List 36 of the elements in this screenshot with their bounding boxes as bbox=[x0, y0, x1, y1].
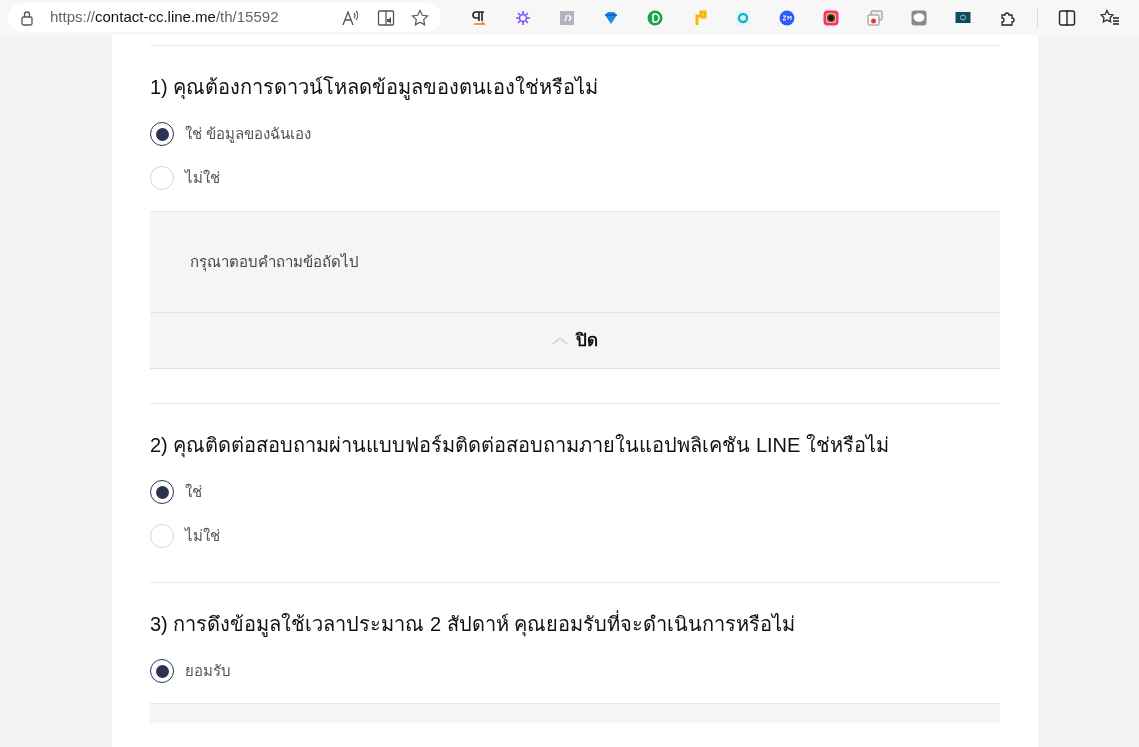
radio-button[interactable] bbox=[150, 122, 174, 146]
chevron-up-icon bbox=[552, 335, 568, 346]
question-title: 3) การดึงข้อมูลใช้เวลาประมาณ 2 สัปดาห์ คุณยอมรับที่จะดำเนินการหรือไม่ bbox=[150, 611, 1000, 637]
question-title: 1) คุณต้องการดาวน์โหลดข้อมูลของตนเองใช่หรือไม่ bbox=[150, 75, 600, 100]
option-label: ใช่ ข้อมูลของฉันเอง bbox=[185, 123, 312, 145]
favorites-icon[interactable] bbox=[1099, 8, 1120, 27]
option-label: ไม่ใช่ bbox=[185, 167, 220, 188]
reader-view-icon[interactable] bbox=[377, 8, 396, 27]
radio-option[interactable]: ไม่ใช่ bbox=[150, 166, 220, 190]
camera-lens-icon[interactable] bbox=[823, 9, 840, 26]
note-text: กรุณาตอบคำถามข้อถัดไป bbox=[190, 251, 359, 274]
address-bar[interactable]: https://contact-cc.line.me/th/15592 bbox=[8, 3, 442, 32]
option-label: ไม่ใช่ bbox=[185, 525, 220, 546]
star-icon[interactable] bbox=[411, 8, 430, 27]
chat-bubble-icon[interactable] bbox=[911, 9, 928, 26]
radio-option[interactable]: ไม่ใช่ bbox=[150, 524, 220, 548]
radio-option[interactable]: ใช่ bbox=[150, 480, 202, 504]
sun-icon[interactable] bbox=[515, 9, 532, 26]
option-label: ใช่ bbox=[185, 481, 202, 502]
radio-button[interactable] bbox=[150, 659, 174, 683]
circle-logo-icon[interactable] bbox=[647, 9, 664, 26]
monitor-icon[interactable] bbox=[955, 9, 972, 26]
gem-icon[interactable] bbox=[603, 9, 620, 26]
radio-option[interactable]: ยอมรับ bbox=[150, 659, 231, 683]
pilcrow-icon[interactable] bbox=[471, 9, 488, 26]
zm-logo-icon[interactable] bbox=[779, 9, 796, 26]
url-text: https://contact-cc.line.me/th/15592 bbox=[50, 7, 279, 28]
question-title: 2) คุณติดต่อสอบถามผ่านแบบฟอร์มติดต่อสอบถามภายในแอปพลิเคชัน LINE ใช่หรือไม่ bbox=[150, 433, 890, 458]
puzzle-icon[interactable] bbox=[999, 9, 1016, 26]
lock-icon bbox=[20, 9, 34, 26]
close-button[interactable]: ปิด bbox=[150, 312, 1000, 368]
radio-option[interactable]: ใช่ ข้อมูลของฉันเอง bbox=[150, 122, 312, 146]
split-screen-icon[interactable] bbox=[1058, 8, 1077, 27]
windows-stack-icon[interactable] bbox=[867, 9, 884, 26]
radio-button[interactable] bbox=[150, 480, 174, 504]
option-label: ยอมรับ bbox=[185, 660, 231, 681]
